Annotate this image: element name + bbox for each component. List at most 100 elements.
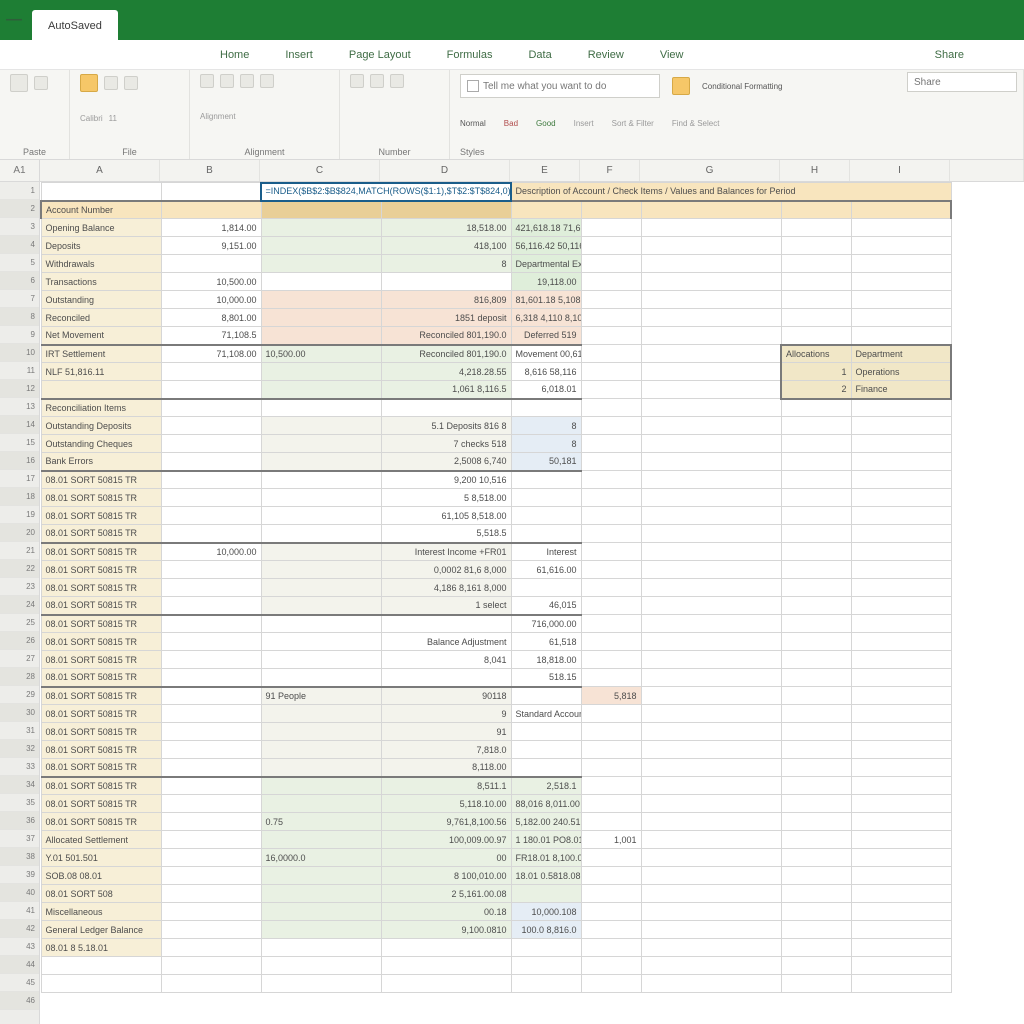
row-header[interactable]: 12 (0, 380, 39, 398)
name-box[interactable]: A1 (0, 160, 40, 181)
find-select-label[interactable]: Find & Select (672, 119, 720, 128)
cell[interactable] (41, 183, 161, 201)
cell[interactable] (161, 795, 261, 813)
cell[interactable] (781, 831, 851, 849)
cell[interactable]: Reconciled 801,190.0 (381, 327, 511, 345)
cell[interactable] (511, 723, 581, 741)
cell[interactable]: Withdrawals (41, 255, 161, 273)
cell[interactable] (641, 219, 781, 237)
cell[interactable] (261, 201, 381, 219)
cell[interactable] (781, 327, 851, 345)
cell[interactable]: 5,118.10.00 (381, 795, 511, 813)
cell[interactable] (851, 273, 951, 291)
cell[interactable] (641, 255, 781, 273)
row-header[interactable]: 46 (0, 992, 39, 1010)
number-format-icon[interactable] (350, 74, 364, 88)
cell[interactable] (851, 237, 951, 255)
cell[interactable] (261, 273, 381, 291)
cell[interactable] (161, 417, 261, 435)
cell[interactable] (781, 471, 851, 489)
cell[interactable]: 100,009.00.97 (381, 831, 511, 849)
cell[interactable] (781, 543, 851, 561)
row-header[interactable]: 17 (0, 470, 39, 488)
cell[interactable] (161, 867, 261, 885)
cell[interactable] (781, 255, 851, 273)
cell[interactable]: 08.01 SORT 50815 TR (41, 543, 161, 561)
cell[interactable] (851, 867, 951, 885)
cell[interactable]: 0.75 (261, 813, 381, 831)
cell[interactable] (161, 849, 261, 867)
cell[interactable] (261, 309, 381, 327)
row-header[interactable]: 39 (0, 866, 39, 884)
cell[interactable] (581, 651, 641, 669)
cell[interactable] (41, 957, 161, 975)
cell[interactable] (161, 435, 261, 453)
cell[interactable] (581, 669, 641, 687)
cell[interactable] (851, 561, 951, 579)
cell[interactable] (641, 471, 781, 489)
cell[interactable] (381, 615, 511, 633)
row-header[interactable]: 25 (0, 614, 39, 632)
cell[interactable] (781, 399, 851, 417)
cell[interactable]: IRT Settlement (41, 345, 161, 363)
cell[interactable] (511, 939, 581, 957)
cell[interactable]: 18,518.00 (381, 219, 511, 237)
cell[interactable] (161, 399, 261, 417)
cell[interactable] (781, 723, 851, 741)
cell[interactable] (261, 759, 381, 777)
cell[interactable]: 61,518 (511, 633, 581, 651)
cell[interactable] (161, 525, 261, 543)
cell[interactable] (781, 435, 851, 453)
cell[interactable]: 816,809 (381, 291, 511, 309)
cell[interactable]: 9,151.00 (161, 237, 261, 255)
cell[interactable] (261, 651, 381, 669)
cell[interactable]: 5,818 (581, 687, 641, 705)
cell[interactable]: Finance (851, 381, 951, 399)
cell[interactable] (261, 399, 381, 417)
cell[interactable]: 56,116.42 50,116.42 54,350 (511, 237, 581, 255)
cell[interactable] (641, 903, 781, 921)
cell[interactable]: Transactions (41, 273, 161, 291)
cell[interactable]: 1 (781, 363, 851, 381)
cell[interactable]: 8 100,010.00 (381, 867, 511, 885)
cell[interactable] (781, 237, 851, 255)
row-header[interactable]: 35 (0, 794, 39, 812)
cell[interactable] (581, 417, 641, 435)
row-header[interactable]: 11 (0, 362, 39, 380)
cell[interactable]: Reconciled 801,190.0 (381, 345, 511, 363)
cell[interactable] (581, 345, 641, 363)
cell[interactable] (581, 615, 641, 633)
cell[interactable] (261, 777, 381, 795)
cell[interactable] (511, 471, 581, 489)
cell[interactable] (641, 741, 781, 759)
cell[interactable]: 10,000.00 (161, 543, 261, 561)
cell[interactable]: 6,018.01 (511, 381, 581, 399)
cell[interactable] (641, 939, 781, 957)
cell[interactable] (581, 363, 641, 381)
cell[interactable]: 10,000.108 (511, 903, 581, 921)
comma-icon[interactable] (390, 74, 404, 88)
cell[interactable] (161, 381, 261, 399)
cell[interactable] (781, 885, 851, 903)
cell[interactable] (261, 219, 381, 237)
cell[interactable] (851, 291, 951, 309)
cell[interactable] (161, 813, 261, 831)
cell[interactable] (641, 921, 781, 939)
cell[interactable] (511, 759, 581, 777)
cell[interactable] (581, 579, 641, 597)
row-header[interactable]: 37 (0, 830, 39, 848)
font-name[interactable]: Calibri (80, 114, 103, 123)
cell[interactable] (781, 975, 851, 993)
cell[interactable] (851, 975, 951, 993)
cell[interactable] (851, 723, 951, 741)
row-header[interactable]: 14 (0, 416, 39, 434)
cell[interactable] (641, 975, 781, 993)
cell[interactable]: 8,801.00 (161, 309, 261, 327)
cell[interactable] (161, 453, 261, 471)
cell[interactable] (261, 471, 381, 489)
cell[interactable] (511, 687, 581, 705)
cell[interactable] (511, 885, 581, 903)
cell[interactable]: 08.01 SORT 50815 TR (41, 741, 161, 759)
cell[interactable]: 08.01 SORT 50815 TR (41, 525, 161, 543)
cell[interactable]: 1,061 8,116.5 (381, 381, 511, 399)
